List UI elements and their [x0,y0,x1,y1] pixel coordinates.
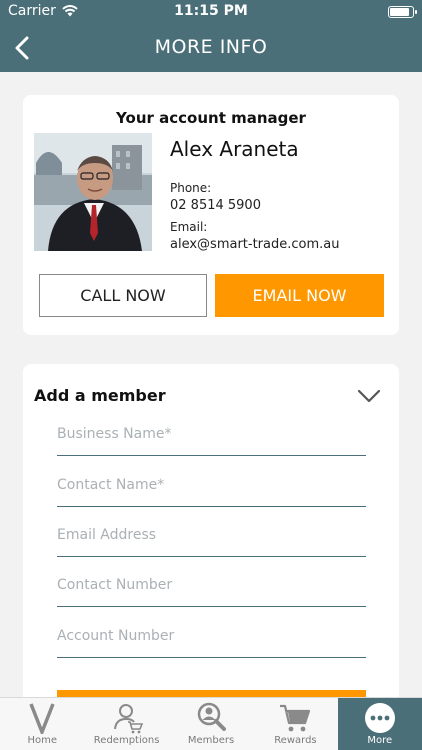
tab-rewards-label: Rewards [274,735,317,746]
chevron-down-icon[interactable] [357,386,381,406]
nav-bar: MORE INFO [0,24,422,72]
account-manager-heading: Your account manager [116,109,306,127]
business-name-field[interactable] [57,420,366,456]
add-member-heading: Add a member [34,386,166,405]
more-dots-icon [364,703,395,733]
tab-more-label: More [367,735,393,746]
tab-redemptions-label: Redemptions [93,735,160,746]
tab-members[interactable]: Members [169,698,253,750]
battery-icon [388,6,417,18]
tab-redemptions[interactable]: Redemptions [84,698,168,750]
email-address-input[interactable] [57,527,366,543]
email-now-button[interactable]: EMAIL NOW [215,274,384,317]
status-bar: Carrier 11:15 PM [0,0,422,24]
home-v-icon [29,703,55,734]
cart-icon [280,704,311,732]
members-search-icon [197,702,227,731]
manager-name: Alex Araneta [170,137,299,161]
email-label: Email: [170,220,208,234]
email-address-field[interactable] [57,521,366,557]
account-number-field[interactable] [57,622,366,658]
call-now-button[interactable]: CALL NOW [39,274,207,317]
email-value[interactable]: alex@smart-trade.com.au [170,237,339,252]
contact-name-input[interactable] [57,477,366,493]
manager-photo [34,133,152,251]
contact-number-input[interactable] [57,577,366,593]
clock: 11:15 PM [174,3,248,19]
contact-number-field[interactable] [57,571,366,607]
phone-value[interactable]: 02 8514 5900 [170,198,261,213]
tab-more[interactable]: More [337,698,422,750]
account-manager-card: Your account manager Alex Araneta Phone:… [23,95,399,335]
tab-members-label: Members [187,735,235,746]
tab-bar: Home Redemptions Members Rewards More [0,697,422,750]
phone-label: Phone: [170,181,212,195]
tab-rewards[interactable]: Rewards [253,698,337,750]
page-title: MORE INFO [154,36,268,58]
tab-home[interactable]: Home [0,698,84,750]
add-member-card: Add a member [23,364,399,704]
account-number-input[interactable] [57,628,366,644]
tab-home-label: Home [27,735,57,746]
contact-name-field[interactable] [57,471,366,507]
redemptions-icon [113,704,143,734]
business-name-input[interactable] [57,426,366,442]
